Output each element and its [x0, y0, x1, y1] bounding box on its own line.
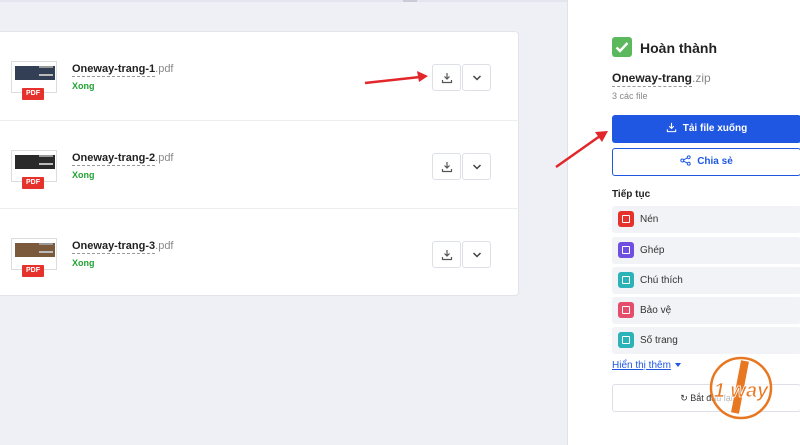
file-name[interactable]: Oneway-trang-1.pdf — [72, 63, 174, 77]
share-label: Chia sẻ — [697, 156, 733, 167]
file-name[interactable]: Oneway-trang-2.pdf — [72, 152, 174, 166]
share-button[interactable]: Chia sẻ — [612, 148, 800, 176]
tool-merge[interactable]: Ghép — [612, 237, 800, 264]
download-icon — [441, 162, 453, 173]
watermark-text: 1 way — [714, 380, 769, 402]
tool-annotate[interactable]: Chú thích — [612, 267, 800, 294]
download-all-label: Tải file xuống — [682, 123, 748, 134]
tool-compress[interactable]: Nén — [612, 206, 800, 233]
file-status: Xong — [72, 258, 95, 268]
tool-label: Chú thích — [640, 275, 683, 286]
chevron-down-icon — [472, 164, 482, 170]
chevron-down-icon — [472, 252, 482, 258]
download-icon — [441, 73, 453, 84]
caret-down-icon — [674, 363, 681, 367]
page-number-icon — [618, 332, 634, 348]
file-row: PDF Oneway-trang-3.pdf Xong — [0, 208, 519, 296]
file-status: Xong — [72, 81, 95, 91]
file-status: Xong — [72, 170, 95, 180]
tool-protect[interactable]: Bảo vệ — [612, 297, 800, 324]
download-icon — [441, 250, 453, 261]
zip-file-name[interactable]: Oneway-trang.zip — [612, 71, 711, 87]
download-file-button[interactable] — [432, 153, 461, 180]
tool-page-numbers[interactable]: Số trang — [612, 327, 800, 354]
pdf-badge: PDF — [22, 265, 44, 277]
main-area: PDF Oneway-trang-1.pdf Xong PDF Oneway-t… — [0, 0, 567, 445]
file-list-card: PDF Oneway-trang-1.pdf Xong PDF Oneway-t… — [0, 31, 519, 296]
share-icon — [680, 155, 691, 166]
file-options-button[interactable] — [462, 241, 491, 268]
file-row: PDF Oneway-trang-2.pdf Xong — [0, 120, 519, 208]
compress-icon — [618, 211, 634, 227]
file-name[interactable]: Oneway-trang-3.pdf — [72, 240, 174, 254]
pdf-badge: PDF — [22, 88, 44, 100]
file-options-button[interactable] — [462, 153, 491, 180]
lock-icon — [618, 302, 634, 318]
check-icon — [612, 37, 632, 57]
top-divider — [0, 0, 567, 2]
show-more-link[interactable]: Hiển thị thêm — [612, 360, 681, 371]
continue-heading: Tiếp tục — [612, 189, 651, 200]
download-all-button[interactable]: Tải file xuống — [612, 115, 800, 143]
tool-label: Ghép — [640, 245, 665, 256]
tool-label: Bảo vệ — [640, 305, 672, 316]
download-file-button[interactable] — [432, 64, 461, 91]
download-file-button[interactable] — [432, 241, 461, 268]
pen-icon — [618, 272, 634, 288]
tool-label: Số trang — [640, 335, 678, 346]
tool-label: Nén — [640, 214, 659, 225]
file-row: PDF Oneway-trang-1.pdf Xong — [0, 32, 519, 120]
restart-icon: ↻ — [680, 393, 688, 403]
zip-file-count: 3 các file — [612, 91, 648, 101]
watermark-logo: 1 way — [709, 356, 773, 420]
top-tick — [403, 0, 417, 2]
pdf-badge: PDF — [22, 177, 44, 189]
chevron-down-icon — [472, 75, 482, 81]
download-icon — [666, 122, 676, 133]
file-options-button[interactable] — [462, 64, 491, 91]
done-title: Hoàn thành — [640, 40, 717, 56]
merge-icon — [618, 242, 634, 258]
